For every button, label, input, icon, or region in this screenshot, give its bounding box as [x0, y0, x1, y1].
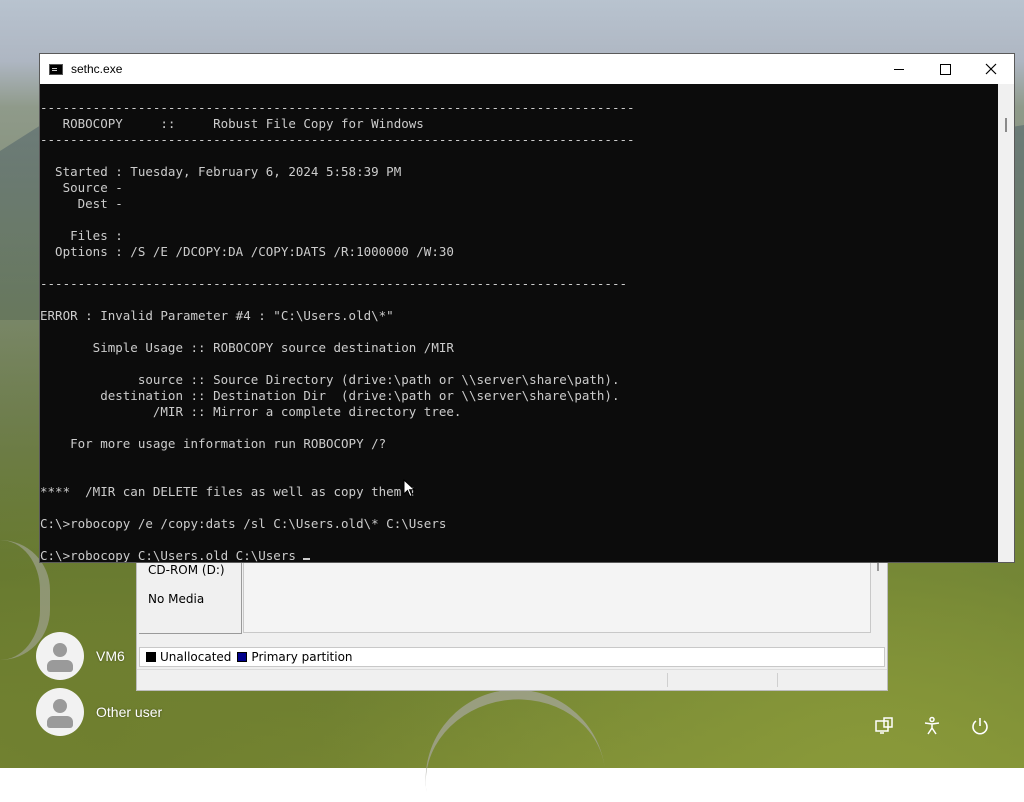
accessibility-icon [924, 716, 940, 735]
disk-name: CD-ROM (D:) [148, 563, 225, 577]
user-name: Other user [96, 704, 163, 720]
console-line: C:\>robocopy /e /copy:dats /sl C:\Users.… [40, 516, 447, 531]
unallocated-swatch [146, 652, 156, 662]
console-line: ----------------------------------------… [40, 276, 627, 291]
window-title: sethc.exe [71, 62, 123, 76]
accessibility-button[interactable] [916, 710, 948, 742]
console-line: Dest - [40, 196, 123, 211]
console-line: Simple Usage :: ROBOCOPY source destinat… [40, 340, 454, 355]
console-scrollbar-thumb[interactable] [1005, 118, 1007, 132]
disk-label-cdrom[interactable]: CD-ROM (D:) No Media [139, 563, 242, 634]
console-line: destination :: Destination Dir (drive:\p… [40, 388, 620, 403]
disk-status-bar [137, 669, 887, 690]
disk-scrollbar[interactable] [871, 561, 885, 637]
console-cursor [303, 558, 311, 560]
console-line: /MIR :: Mirror a complete directory tree… [40, 404, 462, 419]
network-icon [875, 717, 893, 734]
power-button[interactable] [964, 710, 996, 742]
console-output[interactable]: ----------------------------------------… [40, 84, 1000, 562]
avatar [36, 632, 84, 680]
console-line: C:\>robocopy C:\Users.old C:\Users [40, 548, 1000, 562]
console-line: Files : [40, 228, 123, 243]
console-line: Options : /S /E /DCOPY:DA /COPY:DATS /R:… [40, 244, 454, 259]
maximize-button[interactable] [922, 54, 968, 84]
disk-scrollbar-thumb[interactable] [877, 563, 879, 571]
close-button[interactable] [968, 54, 1014, 84]
minimize-button[interactable] [876, 54, 922, 84]
console-line: **** /MIR can DELETE files as well as co… [40, 484, 417, 499]
window-controls [876, 54, 1014, 84]
disk-partition-area[interactable] [243, 563, 871, 633]
console-line: ERROR : Invalid Parameter #4 : "C:\Users… [40, 308, 394, 323]
disk-legend: Unallocated Primary partition [139, 647, 885, 667]
mouse-pointer-icon [403, 479, 416, 498]
console-line: Started : Tuesday, February 6, 2024 5:58… [40, 164, 402, 179]
console-line: ROBOCOPY :: Robust File Copy for Windows [40, 116, 424, 131]
user-tile-vm6[interactable]: VM6 [36, 632, 125, 680]
status-separator [777, 673, 778, 687]
legend-unallocated: Unallocated [160, 650, 232, 664]
console-titlebar[interactable]: sethc.exe [40, 54, 1014, 84]
primary-partition-swatch [237, 652, 248, 662]
disk-management-window: CD-ROM (D:) No Media Unallocated Primary… [136, 560, 888, 691]
disk-status: No Media [148, 592, 205, 606]
maximize-icon [939, 63, 951, 75]
console-line: ----------------------------------------… [40, 100, 635, 115]
power-icon [972, 718, 988, 735]
console-line: ----------------------------------------… [40, 132, 635, 147]
legend-primary: Primary partition [251, 650, 353, 664]
status-separator [667, 673, 668, 687]
user-tile-other-user[interactable]: Other user [36, 688, 162, 736]
user-name: VM6 [96, 648, 125, 664]
console-line: For more usage information run ROBOCOPY … [40, 436, 387, 451]
close-icon [985, 63, 997, 75]
network-button[interactable] [868, 710, 900, 742]
console-scrollbar[interactable] [998, 84, 1014, 562]
console-line: source :: Source Directory (drive:\path … [40, 372, 620, 387]
console-app-icon[interactable] [49, 63, 63, 75]
minimize-icon [894, 68, 904, 70]
console-window[interactable]: sethc.exe ------------------------------… [39, 53, 1015, 563]
avatar [36, 688, 84, 736]
background-road [413, 677, 607, 802]
console-line: Source - [40, 180, 123, 195]
